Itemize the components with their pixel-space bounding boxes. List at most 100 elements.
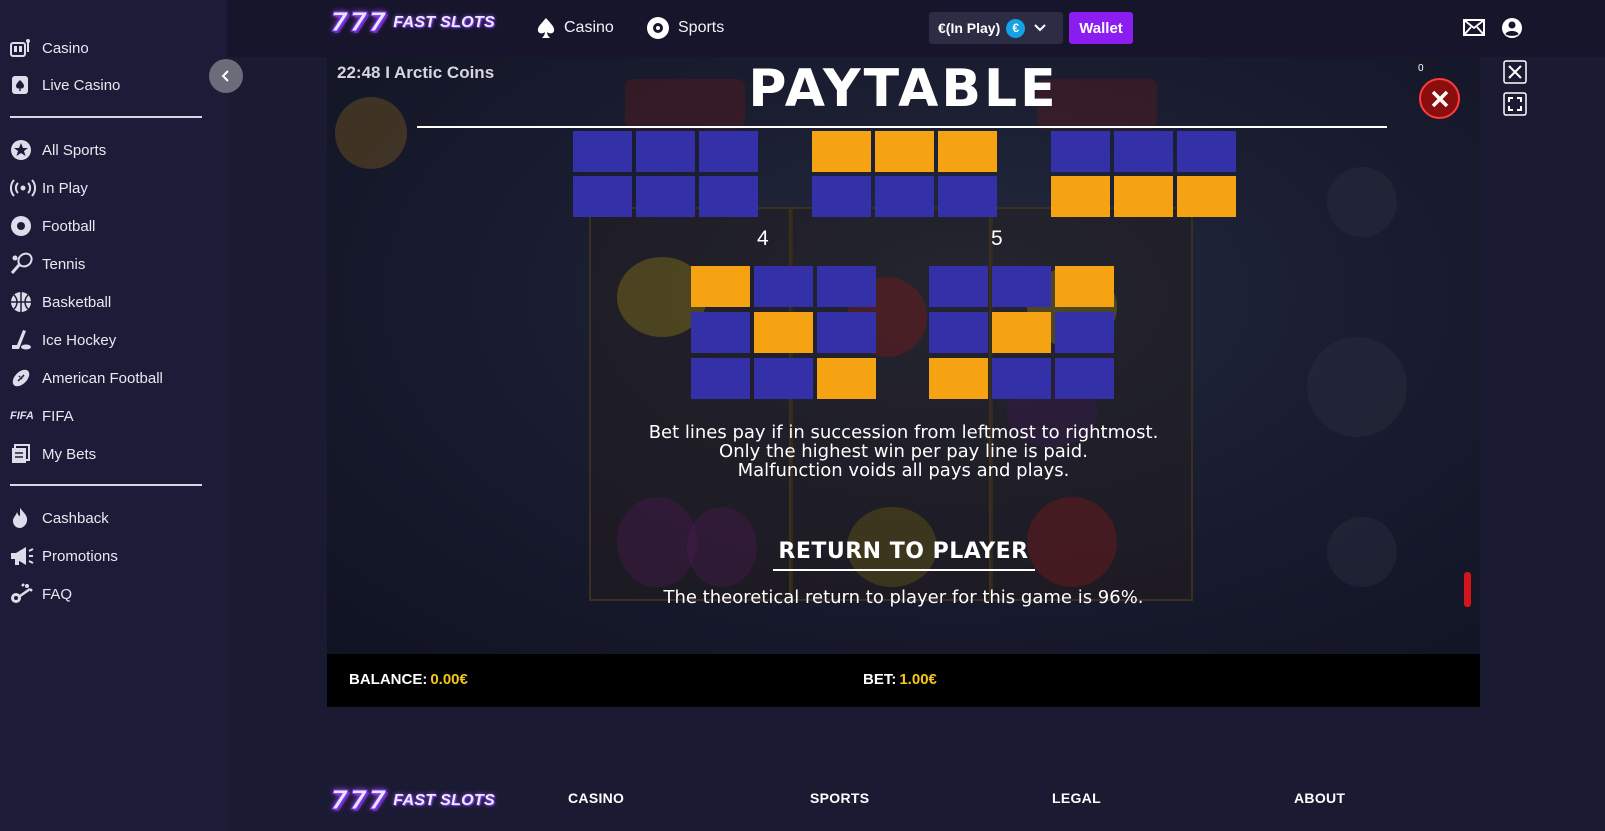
- payline-cell: [699, 176, 758, 217]
- exit-game-button[interactable]: [1503, 60, 1527, 89]
- sidebar-item-fifa[interactable]: FIFA FIFA: [10, 402, 74, 430]
- euro-icon: €: [1006, 18, 1026, 38]
- fifa-icon: FIFA: [10, 410, 34, 422]
- sidebar-item-label: Football: [42, 217, 96, 235]
- sidebar-collapse-button[interactable]: [209, 59, 243, 93]
- rtp-text: The theoretical return to player for thi…: [663, 587, 1144, 608]
- sidebar-divider: [10, 484, 202, 486]
- bet-label: BET:: [863, 671, 897, 688]
- payline-cell: [929, 358, 988, 399]
- payline-cell: [817, 358, 876, 399]
- balance-currency-select[interactable]: €(In Play) €: [929, 12, 1063, 44]
- logo-text: FAST SLOTS: [393, 14, 495, 31]
- nav-sports[interactable]: Sports: [646, 14, 724, 42]
- payline-cell: [754, 358, 813, 399]
- sidebar-item-label: Tennis: [42, 255, 86, 273]
- turbo-button-bg: [1327, 167, 1397, 237]
- footer-heading-sports: SPORTS: [810, 790, 870, 806]
- sidebar-item-promotions[interactable]: Promotions: [10, 542, 118, 570]
- footer-heading-about: ABOUT: [1294, 790, 1346, 806]
- close-icon: [1503, 60, 1527, 84]
- spin-button-bg: [1307, 337, 1407, 437]
- fullscreen-button[interactable]: [1503, 92, 1527, 121]
- payline-cell: [1055, 358, 1114, 399]
- star-icon: [10, 138, 36, 162]
- payline-cell: [1114, 176, 1173, 217]
- sidebar-item-label: FAQ: [42, 585, 73, 603]
- rules-line: Malfunction voids all pays and plays.: [737, 460, 1070, 481]
- payline-cell: [699, 131, 758, 172]
- payline-number: 5: [991, 227, 1003, 250]
- sidebar-item-all-sports[interactable]: All Sports: [10, 136, 106, 164]
- sidebar-item-label: Cashback: [42, 509, 109, 527]
- payline-cell: [938, 176, 997, 217]
- close-icon: [1431, 90, 1448, 107]
- sidebar-item-ice-hockey[interactable]: Ice Hockey: [10, 326, 116, 354]
- sidebar-item-label: American Football: [42, 369, 163, 387]
- mail-icon[interactable]: [1463, 19, 1485, 41]
- sidebar-item-label: In Play: [42, 179, 88, 197]
- payline-cell: [691, 358, 750, 399]
- sidebar-item-tennis[interactable]: Tennis: [10, 250, 85, 278]
- sidebar-item-live-casino[interactable]: Live Casino: [10, 71, 120, 99]
- rules-line: Only the highest win per pay line is pai…: [719, 441, 1088, 462]
- nav-casino[interactable]: Casino: [536, 14, 614, 42]
- payline-cell: [754, 312, 813, 353]
- balance-display: BALANCE: 0.00€: [349, 671, 468, 688]
- payline-cell: [1114, 131, 1173, 172]
- hockey-icon: [10, 328, 36, 352]
- payline-cell: [573, 176, 632, 217]
- spade-icon: [10, 73, 36, 97]
- sidebar-item-in-play[interactable]: In Play: [10, 174, 88, 202]
- close-paytable-button[interactable]: [1419, 78, 1460, 119]
- footer-heading-casino: CASINO: [568, 790, 625, 806]
- logo-number: 777: [329, 786, 388, 817]
- sidebar-item-football[interactable]: Football: [10, 212, 95, 240]
- rtp-underline: [773, 569, 1035, 571]
- sidebar-item-casino[interactable]: Casino: [10, 34, 89, 62]
- megaphone-icon: [10, 544, 36, 568]
- rules-line: Bet lines pay if in succession from left…: [648, 422, 1159, 443]
- sidebar-item-faq[interactable]: FAQ: [10, 580, 72, 608]
- logo-text: FAST SLOTS: [393, 792, 495, 809]
- faq-icon: [10, 582, 36, 606]
- wallet-button[interactable]: Wallet: [1069, 12, 1133, 44]
- payline-cell: [1177, 131, 1236, 172]
- game-status-bar: BALANCE: 0.00€ BET: 1.00€: [327, 654, 1480, 707]
- payline-cell: [812, 176, 871, 217]
- paytable-title: PAYTABLE: [748, 59, 1059, 119]
- sidebar-item-label: Basketball: [42, 293, 112, 311]
- footer-heading-legal: LEGAL: [1052, 790, 1101, 806]
- payline-cell: [691, 266, 750, 307]
- payline-cell: [636, 176, 695, 217]
- logo-number: 777: [329, 8, 388, 39]
- counter-text: 0: [1418, 63, 1424, 74]
- payline-cell: [992, 266, 1051, 307]
- sidebar-item-my-bets[interactable]: My Bets: [10, 440, 96, 468]
- tennis-icon: [10, 252, 36, 276]
- balance-label: BALANCE:: [349, 671, 428, 688]
- footer-logo[interactable]: 777 FAST SLOTS: [329, 786, 495, 817]
- game-frame[interactable]: 22:48 I Arctic Coins PAYTABLE 4 5 Bet li…: [327, 57, 1480, 707]
- payline-cell: [1051, 176, 1110, 217]
- payline-number: 4: [757, 227, 769, 250]
- sidebar-item-cashback[interactable]: Cashback: [10, 504, 109, 532]
- payline-cell: [1055, 266, 1114, 307]
- payline-cell: [754, 266, 813, 307]
- nav-label: Sports: [678, 19, 725, 36]
- brand-logo[interactable]: 777 FAST SLOTS: [329, 8, 495, 39]
- paytable-scrollbar[interactable]: [1464, 572, 1471, 607]
- balance-label: €(In Play): [938, 20, 1001, 36]
- sidebar-item-american-football[interactable]: American Football: [10, 364, 163, 392]
- payline-cell: [929, 312, 988, 353]
- user-account-icon[interactable]: [1501, 17, 1523, 44]
- payline-cell: [1051, 131, 1110, 172]
- payline-cell: [875, 131, 934, 172]
- sidebar-item-basketball[interactable]: Basketball: [10, 288, 111, 316]
- sidebar-divider: [10, 116, 202, 118]
- sidebar-item-label: FIFA: [42, 407, 74, 425]
- payline-cell: [929, 266, 988, 307]
- bet-value: 1.00€: [899, 671, 937, 688]
- sidebar-item-label: My Bets: [42, 445, 97, 463]
- payline-cell: [992, 358, 1051, 399]
